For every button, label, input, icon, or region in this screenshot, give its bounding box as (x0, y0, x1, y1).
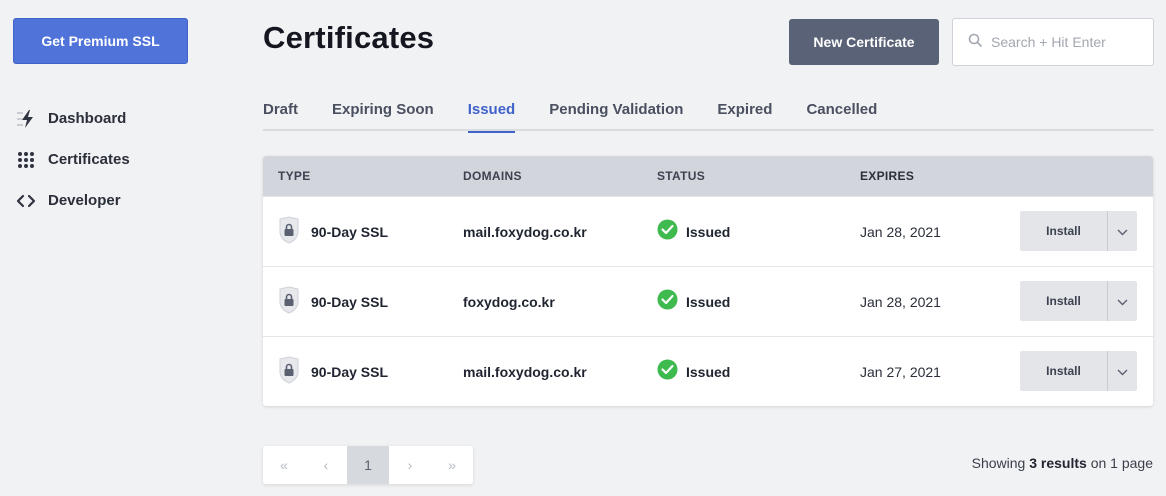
page-number-button[interactable]: 1 (347, 446, 389, 484)
new-certificate-button[interactable]: New Certificate (789, 19, 939, 65)
type-cell: 90-Day SSL (278, 215, 389, 248)
sidebar-item-dashboard[interactable]: Dashboard (15, 98, 130, 139)
type-cell: 90-Day SSL (278, 355, 389, 388)
last-page-button[interactable]: » (431, 446, 473, 484)
tab-cancelled[interactable]: Cancelled (806, 96, 877, 131)
domain-cell: foxydog.co.kr (463, 293, 555, 310)
search-box (952, 18, 1154, 66)
previous-page-button[interactable]: ‹ (305, 446, 347, 484)
results-summary: Showing 3 results on 1 page (972, 455, 1153, 471)
expires-cell: Jan 28, 2021 (860, 293, 941, 310)
chevron-down-icon (1117, 363, 1128, 380)
pagination: « ‹ 1 › » (263, 446, 473, 484)
tab-expiring-soon[interactable]: Expiring Soon (332, 96, 434, 131)
install-options-dropdown[interactable] (1108, 211, 1137, 251)
domain-cell: mail.foxydog.co.kr (463, 223, 587, 240)
column-header-status: STATUS (657, 169, 706, 183)
install-button[interactable]: Install (1020, 281, 1108, 321)
sidebar-nav: Dashboard Certificates Developer (15, 98, 130, 221)
check-circle-icon (657, 359, 678, 384)
install-split-button: Install (1020, 351, 1137, 391)
column-header-domains: DOMAINS (463, 169, 522, 183)
certificate-type: 90-Day SSL (311, 363, 389, 380)
sidebar-item-developer[interactable]: Developer (15, 180, 130, 221)
status-label: Issued (686, 363, 731, 380)
first-page-button[interactable]: « (263, 446, 305, 484)
expires-cell: Jan 27, 2021 (860, 363, 941, 380)
search-input[interactable] (991, 34, 1151, 50)
status-tabs: Draft Expiring Soon Issued Pending Valid… (263, 96, 1154, 133)
search-icon (968, 33, 982, 52)
tab-pending-validation[interactable]: Pending Validation (549, 96, 683, 131)
status-label: Issued (686, 223, 731, 240)
lock-shield-icon (278, 215, 300, 248)
results-prefix: Showing (971, 455, 1026, 471)
lock-shield-icon (278, 355, 300, 388)
column-header-type: TYPE (278, 169, 311, 183)
results-suffix: page (1121, 455, 1153, 471)
check-circle-icon (657, 289, 678, 314)
code-brackets-icon (15, 190, 37, 212)
certificate-type: 90-Day SSL (311, 293, 389, 310)
table-header: TYPE DOMAINS STATUS EXPIRES (263, 156, 1153, 196)
tab-expired[interactable]: Expired (717, 96, 772, 131)
lock-shield-icon (278, 285, 300, 318)
install-options-dropdown[interactable] (1108, 351, 1137, 391)
results-middle: on (1090, 455, 1107, 471)
grid-dots-icon (15, 149, 37, 171)
status-cell: Issued (657, 219, 730, 244)
lightning-icon (15, 108, 37, 130)
chevron-down-icon (1117, 223, 1128, 240)
chevron-down-icon (1117, 293, 1128, 310)
expires-cell: Jan 28, 2021 (860, 223, 941, 240)
next-page-button[interactable]: › (389, 446, 431, 484)
install-button[interactable]: Install (1020, 211, 1108, 251)
sidebar-item-certificates[interactable]: Certificates (15, 139, 130, 180)
tab-draft[interactable]: Draft (263, 96, 298, 131)
table-row[interactable]: 90-Day SSL mail.foxydog.co.kr Issued Jan… (263, 196, 1153, 266)
column-header-expires: EXPIRES (860, 169, 915, 183)
install-split-button: Install (1020, 281, 1137, 321)
sidebar-item-label: Certificates (48, 151, 130, 168)
type-cell: 90-Day SSL (278, 285, 389, 318)
domain-cell: mail.foxydog.co.kr (463, 363, 587, 380)
certificates-table: TYPE DOMAINS STATUS EXPIRES 90-Day SSL m… (263, 156, 1153, 406)
results-count: 3 results (1029, 455, 1087, 471)
tab-issued[interactable]: Issued (467, 96, 515, 133)
page-title: Certificates (263, 20, 435, 55)
status-cell: Issued (657, 359, 730, 384)
certificate-type: 90-Day SSL (311, 223, 389, 240)
sidebar-item-label: Developer (48, 192, 121, 209)
table-row[interactable]: 90-Day SSL mail.foxydog.co.kr Issued Jan… (263, 336, 1153, 406)
results-pages: 1 (1110, 455, 1118, 471)
table-row[interactable]: 90-Day SSL foxydog.co.kr Issued Jan 28, … (263, 266, 1153, 336)
status-cell: Issued (657, 289, 730, 314)
sidebar-item-label: Dashboard (48, 110, 127, 127)
install-button[interactable]: Install (1020, 351, 1108, 391)
check-circle-icon (657, 219, 678, 244)
install-options-dropdown[interactable] (1108, 281, 1137, 321)
status-label: Issued (686, 293, 731, 310)
install-split-button: Install (1020, 211, 1137, 251)
get-premium-ssl-button[interactable]: Get Premium SSL (13, 18, 188, 64)
